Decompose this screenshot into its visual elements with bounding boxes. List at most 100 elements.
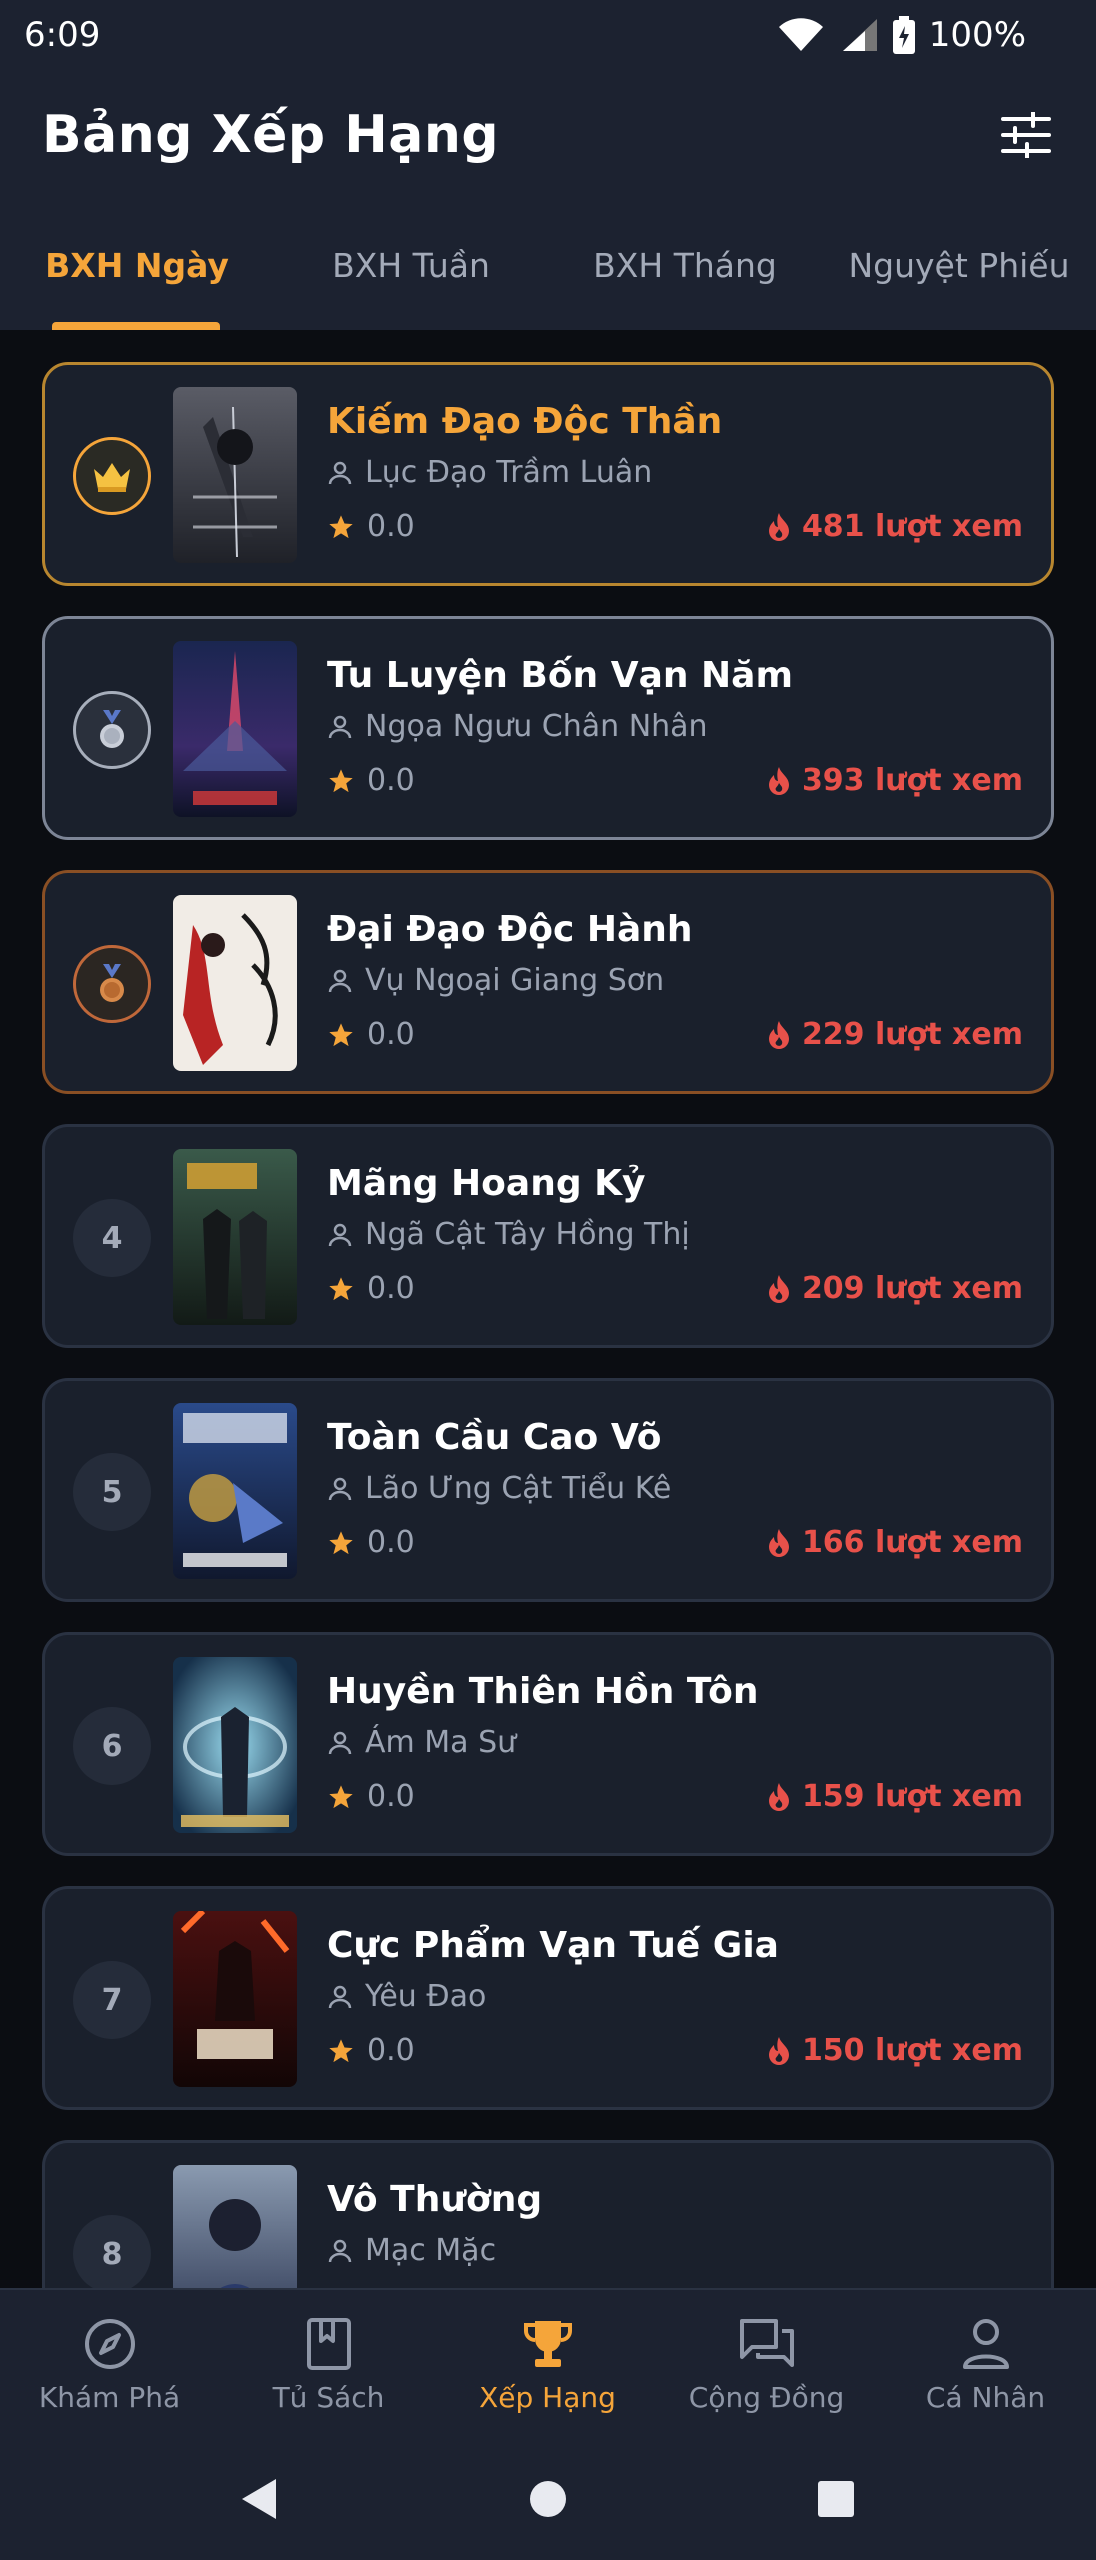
ranking-card[interactable]: 4 Mãng Hoang Kỷ Ngã Cật Tây Hồng Thị 0.0…	[42, 1124, 1054, 1348]
status-bar: 6:09 100%	[0, 0, 1096, 70]
back-button[interactable]	[236, 2475, 284, 2523]
nav-bookshelf[interactable]: Tủ Sách	[219, 2290, 438, 2440]
rank-badge-crown	[73, 437, 151, 515]
person-icon	[328, 715, 352, 738]
book-title[interactable]: Toàn Cầu Cao Võ	[327, 1417, 1027, 1458]
tab-monthly-votes[interactable]: Nguyệt Phiếu	[822, 200, 1096, 330]
ranking-card[interactable]: 6 Huyền Thiên Hồn Tôn Ám Ma Sư 0.0 159 l…	[42, 1632, 1054, 1856]
crown-icon	[94, 463, 130, 492]
fire-icon	[768, 1274, 789, 1303]
trophy-icon	[523, 2320, 572, 2367]
fire-icon	[768, 512, 789, 541]
book-author: Lão Ưng Cật Tiểu Kê	[327, 1471, 671, 1506]
fire-icon	[768, 1528, 789, 1557]
book-cover[interactable]	[173, 1149, 297, 1325]
book-title[interactable]: Mãng Hoang Kỷ	[327, 1163, 1027, 1204]
silver-medal-icon	[100, 710, 124, 748]
person-icon	[328, 1223, 352, 1246]
wifi-icon	[777, 17, 825, 53]
bottom-navigation: Khám Phá Tủ Sách Xếp Hạng Cộng Đồng Cá N…	[0, 2288, 1096, 2438]
person-icon	[328, 1477, 352, 1500]
book-title[interactable]: Cực Phẩm Vạn Tuế Gia	[327, 1925, 1027, 1966]
book-cover[interactable]	[173, 641, 297, 817]
star-icon	[329, 1784, 353, 1808]
tab-monthly[interactable]: BXH Tháng	[548, 200, 822, 330]
person-icon	[962, 2318, 1009, 2369]
ranking-card[interactable]: 8 Vô Thường Mạc Mặc	[42, 2140, 1054, 2288]
signal-icon	[839, 17, 879, 53]
book-views: 393 lượt xem	[766, 763, 1023, 798]
book-author: Yêu Đao	[327, 1979, 486, 2014]
recents-button[interactable]	[812, 2475, 860, 2523]
rank-badge-bronze	[73, 945, 151, 1023]
ranking-tabs: BXH Ngày BXH Tuần BXH Tháng Nguyệt Phiếu	[0, 200, 1096, 330]
filter-button[interactable]	[996, 105, 1056, 165]
fire-icon	[768, 2036, 789, 2065]
tab-daily[interactable]: BXH Ngày	[0, 200, 274, 330]
book-cover[interactable]	[173, 895, 297, 1071]
book-cover[interactable]	[173, 1911, 297, 2087]
book-cover[interactable]	[173, 1403, 297, 1579]
star-icon	[329, 2038, 353, 2062]
book-title[interactable]: Tu Luyện Bốn Vạn Năm	[327, 655, 1027, 696]
person-icon	[328, 1731, 352, 1754]
book-rating: 0.0	[327, 1525, 415, 1560]
nav-community[interactable]: Cộng Đồng	[657, 2290, 876, 2440]
star-icon	[329, 514, 353, 538]
book-views: 150 lượt xem	[766, 2033, 1023, 2068]
ranking-card[interactable]: 7 Cực Phẩm Vạn Tuế Gia Yêu Đao 0.0 150 l…	[42, 1886, 1054, 2110]
rank-number: 8	[73, 2215, 151, 2288]
person-icon	[328, 969, 352, 992]
book-author: Ngọa Ngưu Chân Nhân	[327, 709, 708, 744]
ranking-card[interactable]: Đại Đạo Độc Hành Vụ Ngoại Giang Sơn 0.0 …	[42, 870, 1054, 1094]
person-icon	[328, 1985, 352, 2008]
book-cover[interactable]	[173, 1657, 297, 1833]
star-icon	[329, 1276, 353, 1300]
system-navigation-bar	[0, 2438, 1096, 2560]
forum-icon	[739, 2318, 794, 2367]
book-author: Ám Ma Sư	[327, 1725, 516, 1760]
book-author: Mạc Mặc	[327, 2233, 496, 2268]
recents-square-icon	[818, 2481, 854, 2517]
book-title[interactable]: Đại Đạo Độc Hành	[327, 909, 1027, 950]
nav-explore[interactable]: Khám Phá	[0, 2290, 219, 2440]
status-time: 6:09	[24, 15, 101, 55]
rank-number: 5	[73, 1453, 151, 1531]
star-icon	[329, 768, 353, 792]
battery-icon	[892, 16, 915, 54]
book-title[interactable]: Huyền Thiên Hồn Tôn	[327, 1671, 1027, 1712]
book-author: Lục Đạo Trầm Luân	[327, 455, 652, 490]
person-icon	[328, 461, 352, 484]
book-title[interactable]: Kiếm Đạo Độc Thần	[327, 401, 1027, 442]
nav-ranking[interactable]: Xếp Hạng	[438, 2290, 657, 2440]
book-author: Vụ Ngoại Giang Sơn	[327, 963, 664, 998]
book-views: 209 lượt xem	[766, 1271, 1023, 1306]
fire-icon	[768, 1782, 789, 1811]
rank-number: 6	[73, 1707, 151, 1785]
compass-icon	[84, 2318, 135, 2369]
page-title: Bảng Xếp Hạng	[42, 105, 500, 165]
bronze-medal-icon	[100, 964, 124, 1002]
book-cover[interactable]	[173, 387, 297, 563]
status-icons: 100%	[777, 15, 1026, 55]
book-cover[interactable]	[173, 2165, 297, 2288]
fire-icon	[768, 766, 789, 795]
home-button[interactable]	[524, 2475, 572, 2523]
book-views: 166 lượt xem	[766, 1525, 1023, 1560]
bookmark-book-icon	[306, 2317, 351, 2370]
book-title[interactable]: Vô Thường	[327, 2179, 1027, 2220]
nav-profile[interactable]: Cá Nhân	[876, 2290, 1095, 2440]
rank-number: 7	[73, 1961, 151, 2039]
book-author: Ngã Cật Tây Hồng Thị	[327, 1217, 690, 1252]
person-icon	[328, 2239, 352, 2262]
ranking-card[interactable]: 5 Toàn Cầu Cao Võ Lão Ưng Cật Tiểu Kê 0.…	[42, 1378, 1054, 1602]
app-header: Bảng Xếp Hạng	[0, 70, 1096, 200]
ranking-list[interactable]: Kiếm Đạo Độc Thần Lục Đạo Trầm Luân 0.0 …	[0, 330, 1096, 2288]
tab-weekly[interactable]: BXH Tuần	[274, 200, 548, 330]
book-rating: 0.0	[327, 2033, 415, 2068]
back-triangle-icon	[242, 2479, 276, 2519]
ranking-card[interactable]: Tu Luyện Bốn Vạn Năm Ngọa Ngưu Chân Nhân…	[42, 616, 1054, 840]
book-rating: 0.0	[327, 1017, 415, 1052]
book-rating: 0.0	[327, 1779, 415, 1814]
ranking-card[interactable]: Kiếm Đạo Độc Thần Lục Đạo Trầm Luân 0.0 …	[42, 362, 1054, 586]
